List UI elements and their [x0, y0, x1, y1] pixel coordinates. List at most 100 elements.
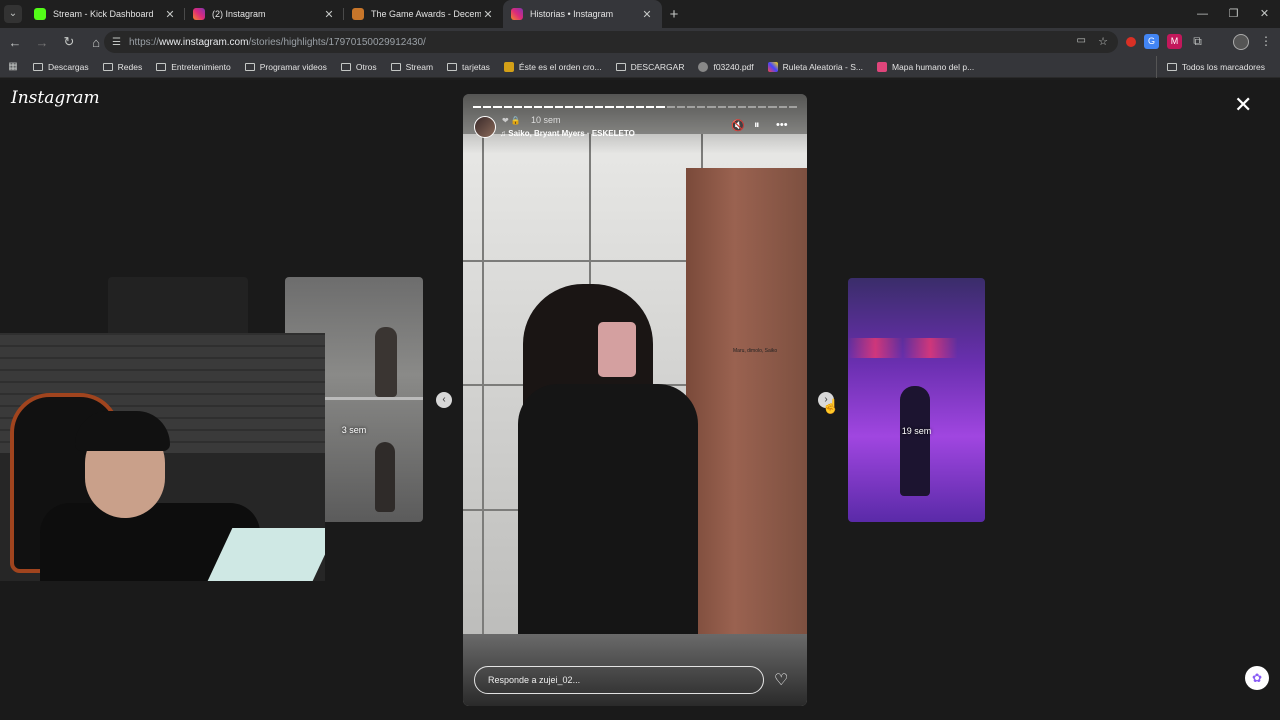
extensions-area: G M ⧉ — [1126, 34, 1205, 49]
pause-icon[interactable]: ⏸ — [754, 119, 760, 132]
instagram-logo[interactable]: Instagram — [11, 88, 100, 108]
story-progress — [473, 106, 797, 108]
progress-segment — [697, 106, 706, 108]
translate-icon[interactable]: G — [1144, 34, 1159, 49]
tab-kick[interactable]: Stream - Kick Dashboard ✕ — [26, 0, 185, 28]
folder-icon — [390, 62, 401, 71]
bookmark-tarjetas[interactable]: tarjetas — [440, 62, 497, 72]
new-tab-button[interactable]: + — [662, 6, 686, 23]
bookmark-descargas[interactable]: Descargas — [26, 62, 96, 72]
tab-title: (2) Instagram — [212, 9, 266, 19]
mute-icon[interactable]: 🔇 — [731, 119, 745, 132]
window-controls: — ❐ ✕ — [1187, 0, 1280, 28]
ruleta-icon — [767, 61, 778, 72]
close-tab-icon[interactable]: ✕ — [163, 8, 177, 21]
previous-arrow-icon[interactable]: ‹ — [436, 392, 452, 408]
next-story-thumbnail[interactable]: 19 sem — [848, 278, 985, 522]
close-window-icon[interactable]: ✕ — [1249, 0, 1280, 28]
reload-icon[interactable]: ↻ — [57, 34, 81, 50]
url-text: https://www.instagram.com/stories/highli… — [128, 36, 426, 48]
bookmark-otros[interactable]: Otros — [334, 62, 384, 72]
minimize-icon[interactable]: — — [1187, 0, 1218, 28]
bookmark-ruleta[interactable]: Ruleta Aleatoria - S... — [761, 61, 870, 72]
progress-segment — [523, 106, 533, 108]
progress-segment — [636, 106, 645, 108]
webcam-overlay — [0, 333, 325, 581]
folder-icon — [615, 62, 626, 71]
mouse-cursor-icon: ☝ — [822, 398, 840, 414]
progress-segment — [676, 106, 685, 108]
bookmark-descargar[interactable]: DESCARGAR — [609, 62, 692, 72]
tab-title: Historias • Instagram — [530, 9, 614, 19]
mapa-icon — [876, 61, 887, 72]
progress-segment — [646, 106, 655, 108]
bookmark-all[interactable]: Todos los marcadores — [1155, 56, 1272, 78]
reply-input[interactable]: Responde a zujei_02... — [474, 666, 764, 694]
progress-segment — [686, 106, 696, 108]
progress-segment — [717, 106, 726, 108]
music-icon: ♫ — [500, 129, 509, 138]
bookmark-page-icon — [503, 61, 514, 72]
forward-icon[interactable]: → — [30, 35, 54, 50]
close-tab-icon[interactable]: ✕ — [640, 8, 654, 21]
instagram-icon — [193, 8, 205, 20]
door-text: Maru, dimolo, Saiko — [733, 348, 778, 354]
progress-segment — [778, 106, 787, 108]
progress-segment — [513, 106, 522, 108]
story-age: 19 sem — [901, 426, 932, 436]
puzzle-icon[interactable]: ⧉ — [1190, 34, 1205, 49]
progress-segment — [503, 106, 512, 108]
profile-avatar-icon[interactable] — [1233, 34, 1249, 50]
tab-search-button[interactable]: ⌄ — [0, 0, 26, 28]
site-info-icon[interactable]: ☰ — [112, 37, 121, 48]
progress-segment — [666, 106, 675, 108]
emoji-icon: ❤ 🔒 — [502, 116, 521, 125]
bookmark-orden[interactable]: Éste es el orden cro... — [497, 61, 609, 72]
browser-menu-icon[interactable]: ⋮ — [1260, 34, 1272, 48]
avatar[interactable] — [474, 116, 496, 138]
progress-segment — [595, 106, 604, 108]
close-tab-icon[interactable]: ✕ — [322, 8, 336, 21]
bookmark-mapa[interactable]: Mapa humano del p... — [870, 61, 981, 72]
game-awards-icon — [352, 8, 364, 20]
address-bar[interactable]: ☰ https://www.instagram.com/stories/high… — [104, 31, 1118, 53]
more-options-icon[interactable]: ••• — [776, 119, 788, 131]
tab-instagram[interactable]: (2) Instagram ✕ — [185, 0, 344, 28]
progress-segment — [585, 106, 594, 108]
browser-toolbar: ← → ↻ ⌂ ☰ https://www.instagram.com/stor… — [0, 28, 1280, 56]
bookmarks-bar: ▦ Descargas Redes Entretenimiento Progra… — [0, 56, 1280, 78]
progress-segment — [544, 106, 553, 108]
tab-historias[interactable]: Historias • Instagram ✕ — [503, 0, 662, 28]
folder-icon — [340, 62, 351, 71]
extension-red-icon[interactable] — [1126, 36, 1136, 47]
progress-segment — [605, 106, 614, 108]
bookmark-pdf[interactable]: f03240.pdf — [691, 61, 760, 72]
kick-icon — [34, 8, 46, 20]
progress-segment — [493, 106, 502, 108]
stories-viewer: Instagram ✕ 3 sem 19 sem ‹ › Maru, dimol… — [0, 80, 1280, 720]
bookmark-stream[interactable]: Stream — [384, 62, 440, 72]
extension-m-icon[interactable]: M — [1167, 34, 1182, 49]
tab-title: The Game Awards - December — [371, 9, 481, 19]
story-card[interactable]: Maru, dimolo, Saiko ❤ 🔒 10 sem ♫ Saiko, … — [463, 94, 807, 706]
music-label[interactable]: ♫ Saiko, Bryant Myers · ESKELETO — [500, 129, 635, 138]
install-app-icon[interactable]: ▭ — [1077, 35, 1086, 46]
tab-game-awards[interactable]: The Game Awards - December ✕ — [344, 0, 503, 28]
progress-segment — [534, 106, 543, 108]
extension-floating-icon[interactable]: ✿ — [1245, 666, 1269, 690]
bookmark-programar-videos[interactable]: Programar videos — [238, 62, 334, 72]
bookmark-redes[interactable]: Redes — [96, 62, 150, 72]
back-icon[interactable]: ← — [3, 35, 27, 50]
folder-icon — [33, 62, 43, 71]
close-tab-icon[interactable]: ✕ — [481, 8, 495, 21]
bookmark-star-icon[interactable]: ☆ — [1098, 35, 1108, 48]
apps-icon[interactable]: ▦ — [0, 61, 26, 72]
restore-icon[interactable]: ❐ — [1218, 0, 1249, 28]
close-icon[interactable]: ✕ — [1234, 94, 1252, 116]
story-time: 10 sem — [531, 115, 561, 125]
previous-story-thumbnail-2[interactable] — [108, 277, 248, 337]
heart-icon[interactable]: ♡ — [774, 670, 788, 690]
progress-segment — [564, 106, 573, 108]
progress-segment — [574, 106, 584, 108]
bookmark-entretenimiento[interactable]: Entretenimiento — [149, 62, 238, 72]
